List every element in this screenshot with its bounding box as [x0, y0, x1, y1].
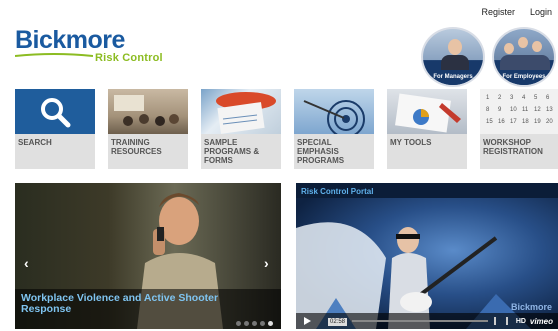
- volume-icon[interactable]: [494, 317, 508, 325]
- tile-search[interactable]: SEARCH: [15, 89, 95, 169]
- svg-text:10: 10: [510, 107, 517, 113]
- slide-caption[interactable]: Workplace Violence and Active Shooter Re…: [21, 293, 261, 315]
- featured-slider[interactable]: ‹ › Workplace Violence and Active Shoote…: [15, 183, 281, 329]
- tile-label: SAMPLE PROGRAMS & FORMS: [204, 138, 260, 165]
- login-link[interactable]: Login: [530, 7, 552, 17]
- health-safety-image: [201, 89, 281, 134]
- for-employees-label: For Employees: [494, 70, 554, 85]
- manager-face: [448, 39, 462, 55]
- svg-text:2: 2: [498, 95, 502, 101]
- for-managers-button[interactable]: For Managers: [421, 27, 485, 87]
- play-icon[interactable]: [304, 317, 311, 325]
- tile-sample-programs-forms[interactable]: SAMPLE PROGRAMS & FORMS: [201, 89, 281, 169]
- tile-label: TRAINING RESOURCES: [111, 138, 162, 156]
- svg-text:3: 3: [510, 95, 514, 101]
- clipboard-icon: [216, 92, 276, 134]
- tile-my-tools[interactable]: MY TOOLS: [387, 89, 467, 169]
- tile-training-resources[interactable]: TRAINING RESOURCES: [108, 89, 188, 169]
- bickmore-logo[interactable]: Bickmore Risk Control: [15, 28, 185, 68]
- training-classroom-image: [108, 89, 188, 134]
- calendar-image: 123456 8 9 10 11 12 13 15 16 17 18 19 20: [480, 89, 558, 134]
- for-managers-label: For Managers: [423, 70, 483, 85]
- vimeo-logo[interactable]: vimeo: [530, 317, 553, 326]
- target-icon: [303, 100, 365, 134]
- slider-dots: [236, 321, 273, 326]
- svg-text:18: 18: [522, 119, 529, 125]
- tile-special-emphasis-programs[interactable]: SPECIAL EMPHASIS PROGRAMS: [294, 89, 374, 169]
- slider-dot-active[interactable]: [268, 321, 273, 326]
- svg-text:8: 8: [486, 107, 490, 113]
- employee-face: [518, 37, 528, 48]
- tile-label: MY TOOLS: [390, 138, 432, 147]
- tile-label: WORKSHOP REGISTRATION: [483, 138, 543, 156]
- svg-text:5: 5: [534, 95, 538, 101]
- top-links: Register Login: [481, 7, 552, 17]
- slider-dot[interactable]: [252, 321, 257, 326]
- classroom-icon: [114, 95, 179, 126]
- logo-swoosh-icon: [15, 53, 93, 57]
- svg-text:15: 15: [486, 119, 493, 125]
- video-progress-bar[interactable]: [352, 320, 488, 322]
- calendar-icon: 123456 8 9 10 11 12 13 15 16 17 18 19 20: [486, 95, 553, 125]
- video-controls: 02:58 HD vimeo: [296, 313, 558, 329]
- slider-dot[interactable]: [244, 321, 249, 326]
- video-watermark: Bickmore: [510, 302, 552, 312]
- employee-face: [532, 41, 542, 52]
- logo-main-text: Bickmore: [15, 26, 125, 54]
- svg-text:9: 9: [498, 107, 502, 113]
- video-time: 02:58: [328, 318, 348, 326]
- slider-next-icon[interactable]: ›: [264, 255, 269, 271]
- svg-text:13: 13: [546, 107, 553, 113]
- tile-workshop-registration[interactable]: 123456 8 9 10 11 12 13 15 16 17 18 19 20 WORKSHOP …: [480, 89, 558, 169]
- tile-label: SPECIAL EMPHASIS PROGRAMS: [297, 138, 345, 165]
- svg-text:16: 16: [498, 119, 505, 125]
- for-employees-button[interactable]: For Employees: [492, 27, 556, 87]
- quick-links: SEARCH TRAINING RESOURCES SAMPLE PROGRAM…: [15, 89, 558, 169]
- slider-dot[interactable]: [236, 321, 241, 326]
- pie-chart-icon: [395, 93, 461, 133]
- video-player[interactable]: Risk Control Portal Bickmore 02:58 HD vi…: [296, 183, 558, 329]
- svg-text:6: 6: [546, 95, 550, 101]
- hd-toggle[interactable]: HD: [516, 318, 526, 325]
- logo-sub-text: Risk Control: [95, 52, 163, 64]
- tools-image: [387, 89, 467, 134]
- slider-dot[interactable]: [260, 321, 265, 326]
- target-image: [294, 89, 374, 134]
- search-icon: [41, 97, 71, 127]
- register-link[interactable]: Register: [481, 7, 515, 17]
- employee-face: [504, 43, 514, 54]
- slider-prev-icon[interactable]: ‹: [24, 255, 29, 271]
- tile-label: SEARCH: [18, 138, 52, 147]
- video-title[interactable]: Risk Control Portal: [301, 187, 373, 196]
- tile-search-thumb: [15, 89, 95, 134]
- svg-text:1: 1: [486, 95, 490, 101]
- svg-text:11: 11: [522, 107, 529, 113]
- svg-text:19: 19: [534, 119, 541, 125]
- svg-text:17: 17: [510, 119, 517, 125]
- svg-text:20: 20: [546, 119, 553, 125]
- svg-text:12: 12: [534, 107, 541, 113]
- svg-text:4: 4: [522, 95, 526, 101]
